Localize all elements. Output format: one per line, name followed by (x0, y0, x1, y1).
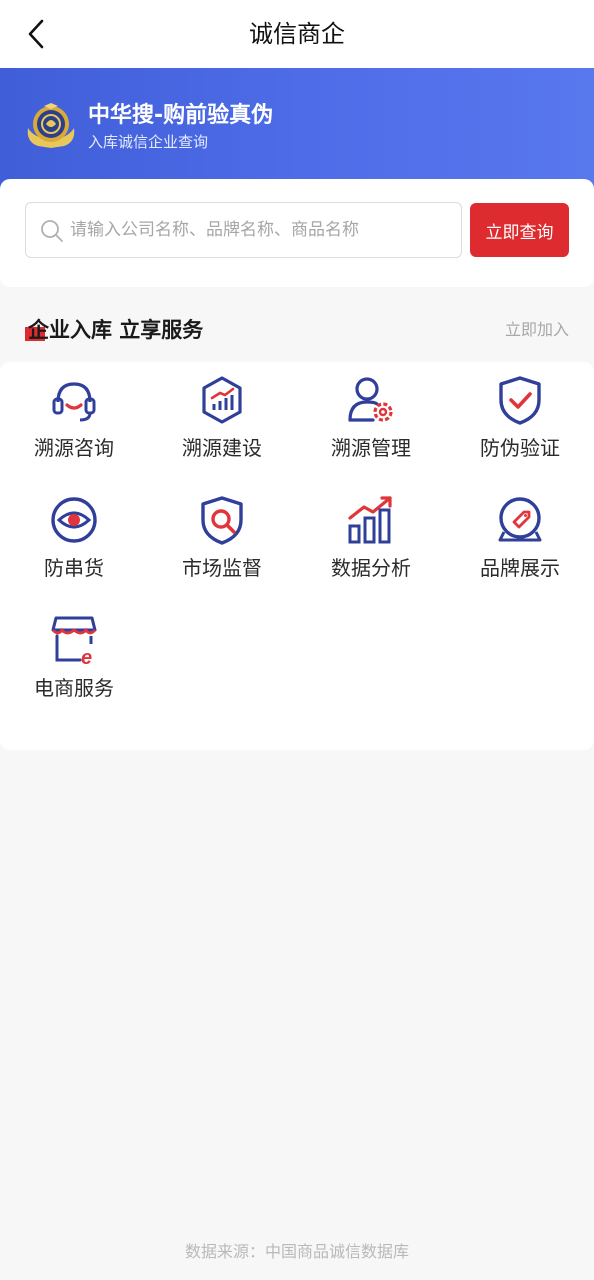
query-button[interactable]: 立即查询 (470, 203, 569, 257)
search-box[interactable] (25, 202, 462, 258)
search-input[interactable] (70, 203, 455, 257)
gold-shield-badge-icon (27, 103, 75, 148)
section-title: 企业入库 立享服务 (28, 318, 204, 342)
banner-subtitle: 入库诚信企业查询 (88, 133, 209, 151)
service-label: 数据分析 (331, 556, 411, 580)
service-label: 电商服务 (34, 676, 114, 700)
hexagon-chart-icon (202, 376, 242, 424)
service-label: 防串货 (44, 556, 104, 580)
service-traceability-consulting[interactable]: 溯源咨询 (0, 362, 148, 472)
bar-chart-trend-icon (348, 496, 392, 544)
join-now-link[interactable]: 立即加入 (505, 318, 569, 342)
top-nav-bar: 诚信商企 (0, 0, 594, 68)
tag-medal-icon (498, 497, 542, 542)
svg-text:e: e (81, 647, 92, 666)
service-ecommerce[interactable]: e 电商服务 (0, 602, 148, 712)
service-label: 品牌展示 (480, 556, 560, 580)
footer-data-source: 数据来源：中国商品诚信数据库 (184, 1242, 409, 1261)
service-label: 溯源咨询 (34, 436, 114, 460)
search-card: 立即查询 (0, 179, 594, 287)
eye-icon (51, 497, 97, 543)
service-data-analysis[interactable]: 数据分析 (297, 482, 445, 592)
service-brand-showcase[interactable]: 品牌展示 (446, 482, 594, 592)
search-icon (41, 220, 63, 242)
shield-check-icon (499, 376, 541, 425)
service-label: 市场监督 (182, 556, 262, 580)
services-grid: 溯源咨询 溯源建设 溯源管理 防伪验证 防串货 市场监督 数据分析 品牌展示 e… (0, 362, 594, 750)
shop-e-icon: e (51, 616, 97, 666)
banner-title: 中华搜-购前验真伪 (88, 103, 274, 128)
page-title: 诚信商企 (249, 20, 345, 48)
service-label: 溯源管理 (331, 436, 411, 460)
headset-icon (52, 382, 96, 422)
service-traceability-construction[interactable]: 溯源建设 (148, 362, 296, 472)
service-anti-channel-conflict[interactable]: 防串货 (0, 482, 148, 592)
service-label: 溯源建设 (182, 436, 262, 460)
service-market-supervision[interactable]: 市场监督 (148, 482, 296, 592)
service-anti-counterfeit[interactable]: 防伪验证 (446, 362, 594, 472)
shield-search-icon (201, 496, 243, 545)
service-traceability-management[interactable]: 溯源管理 (297, 362, 445, 472)
user-gear-icon (348, 377, 393, 422)
service-label: 防伪验证 (480, 436, 560, 460)
